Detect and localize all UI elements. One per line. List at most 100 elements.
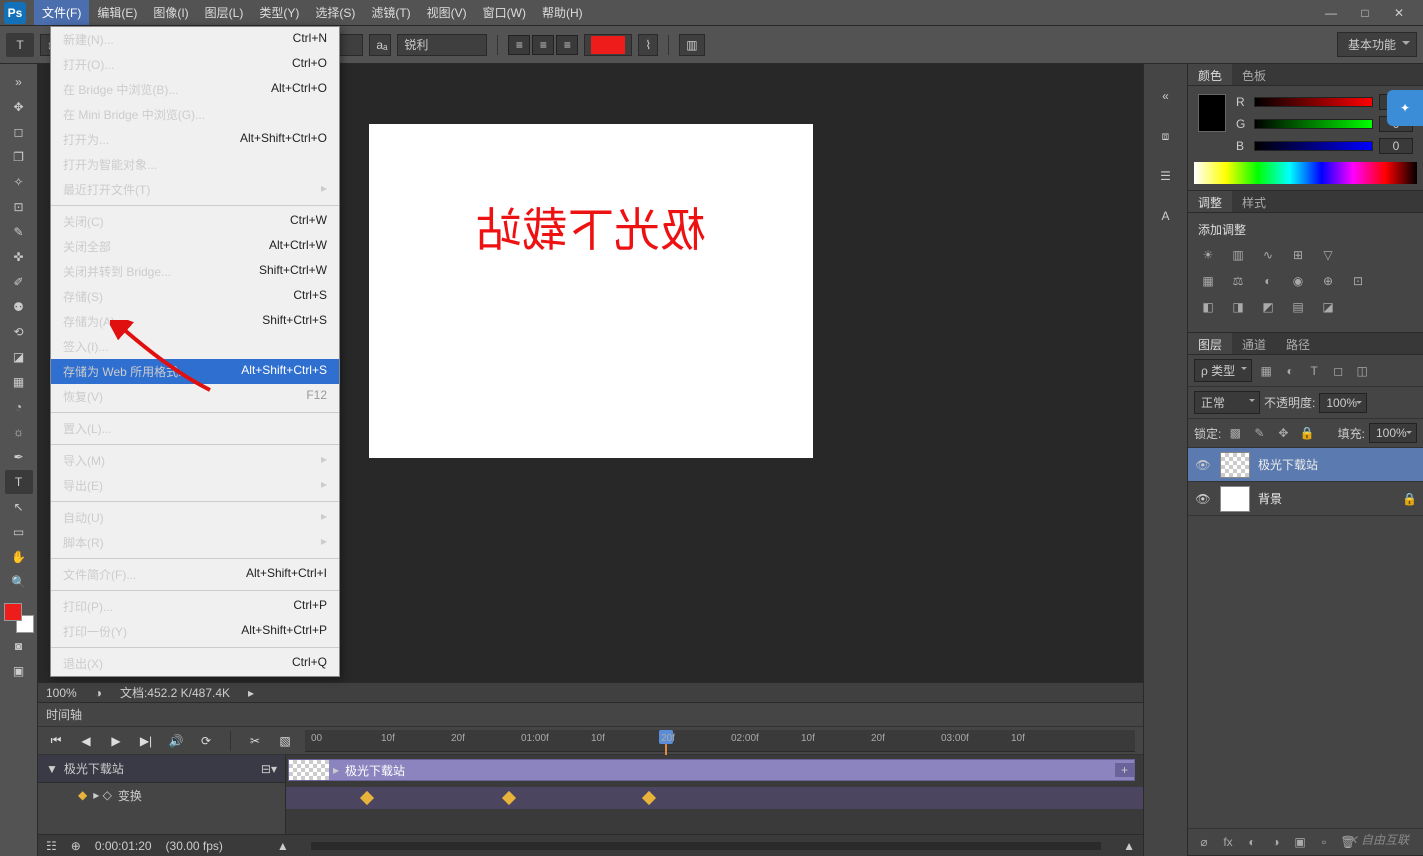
menu-item[interactable]: 导出(E)▸ (51, 473, 339, 498)
screen-mode-button[interactable]: ▣ (5, 659, 33, 683)
antialias-select[interactable]: 锐利 (397, 34, 487, 56)
zoom-tool[interactable]: 🔍 (5, 570, 33, 594)
timeline-subtrack[interactable]: ◆ ▸ ◇ 变换 (38, 783, 285, 807)
layer-row[interactable]: 👁背景🔒 (1188, 482, 1423, 516)
opacity-field[interactable]: 100% (1319, 393, 1367, 413)
text-color-swatch[interactable] (584, 34, 632, 56)
history-panel-icon[interactable]: ⧈ (1154, 124, 1178, 148)
layer-thumbnail[interactable] (1220, 452, 1250, 478)
marquee-tool[interactable]: ◻ (5, 120, 33, 144)
audio-button[interactable]: 🔊 (166, 732, 186, 750)
color-preview[interactable] (1198, 94, 1226, 132)
menu-item[interactable]: 脚本(R)▸ (51, 530, 339, 555)
eraser-tool[interactable]: ◪ (5, 345, 33, 369)
menu-item[interactable]: 存储为(A)...Shift+Ctrl+S (51, 309, 339, 334)
play-button[interactable]: ▶ (106, 732, 126, 750)
warp-text-button[interactable]: ⌇ (638, 34, 658, 56)
minimize-icon[interactable]: — (1323, 7, 1339, 19)
hand-tool[interactable]: ✋ (5, 545, 33, 569)
transition-button[interactable]: ▧ (275, 732, 295, 750)
menu-item[interactable]: 打开(O)...Ctrl+O (51, 52, 339, 77)
clone-stamp-tool[interactable]: ⚉ (5, 295, 33, 319)
b-value[interactable]: 0 (1379, 138, 1413, 154)
character-panel-button[interactable]: ▥ (679, 34, 704, 56)
tab-layers[interactable]: 图层 (1188, 333, 1232, 354)
menu-帮助[interactable]: 帮助(H) (534, 0, 591, 25)
rectangle-tool[interactable]: ▭ (5, 520, 33, 544)
type-tool[interactable]: T (5, 470, 33, 494)
lock-transparent-icon[interactable]: ▩ (1225, 424, 1245, 442)
prev-frame-button[interactable]: ◀ (76, 732, 96, 750)
posterize-icon[interactable]: ◨ (1228, 298, 1248, 316)
timeline-clip[interactable]: ▸ 极光下载站 + (288, 759, 1135, 781)
menu-滤镜[interactable]: 滤镜(T) (363, 0, 418, 25)
footer-icon[interactable]: ☷ (46, 839, 57, 853)
menu-类型[interactable]: 类型(Y) (251, 0, 307, 25)
foreground-color-icon[interactable] (4, 603, 22, 621)
menu-图层[interactable]: 图层(L) (197, 0, 252, 25)
layer-fx-icon[interactable]: fx (1218, 833, 1238, 851)
layer-name[interactable]: 极光下载站 (1258, 456, 1417, 473)
menu-编辑[interactable]: 编辑(E) (89, 0, 145, 25)
selective-color-icon[interactable]: ◪ (1318, 298, 1338, 316)
go-start-button[interactable]: ⏮ (46, 732, 66, 750)
next-frame-button[interactable]: ▶| (136, 732, 156, 750)
menu-item[interactable]: 打印(P)...Ctrl+P (51, 594, 339, 619)
bw-icon[interactable]: ◐ (1258, 272, 1278, 290)
zoom-value[interactable]: 100% (46, 686, 77, 700)
r-slider[interactable] (1254, 97, 1373, 107)
menu-item[interactable]: 存储为 Web 所用格式...Alt+Shift+Ctrl+S (51, 359, 339, 384)
invert-icon[interactable]: ◧ (1198, 298, 1218, 316)
filter-pixel-icon[interactable]: ▦ (1256, 362, 1276, 380)
tab-channels[interactable]: 通道 (1232, 333, 1276, 354)
menu-item[interactable]: 存储(S)Ctrl+S (51, 284, 339, 309)
crop-tool[interactable]: ⊡ (5, 195, 33, 219)
gradient-tool[interactable]: ▦ (5, 370, 33, 394)
channel-mixer-icon[interactable]: ⊕ (1318, 272, 1338, 290)
filter-type-icon[interactable]: T (1304, 362, 1324, 380)
tab-swatches[interactable]: 色板 (1232, 64, 1276, 85)
brush-tool[interactable]: ✐ (5, 270, 33, 294)
menu-item[interactable]: 自动(U)▸ (51, 505, 339, 530)
dodge-tool[interactable]: ☼ (5, 420, 33, 444)
vibrance-icon[interactable]: ▽ (1318, 246, 1338, 264)
menu-图像[interactable]: 图像(I) (145, 0, 196, 25)
hue-icon[interactable]: ▦ (1198, 272, 1218, 290)
lock-pixels-icon[interactable]: ✎ (1249, 424, 1269, 442)
menu-item[interactable]: 打开为...Alt+Shift+Ctrl+O (51, 127, 339, 152)
color-spectrum[interactable] (1194, 162, 1417, 184)
align-left-button[interactable]: ≡ (508, 35, 530, 55)
foreground-background-colors[interactable] (4, 603, 34, 633)
zoom-in-icon[interactable]: ▲ (1123, 839, 1135, 853)
layer-name[interactable]: 背景 (1258, 490, 1402, 507)
menu-item[interactable]: 文件简介(F)...Alt+Shift+Ctrl+I (51, 562, 339, 587)
menu-item[interactable]: 打印一份(Y)Alt+Shift+Ctrl+P (51, 619, 339, 644)
menu-item[interactable]: 打开为智能对象... (51, 152, 339, 177)
menu-item[interactable]: 关闭全部Alt+Ctrl+W (51, 234, 339, 259)
menu-item[interactable]: 导入(M)▸ (51, 448, 339, 473)
lasso-tool[interactable]: ❐ (5, 145, 33, 169)
balance-icon[interactable]: ⚖ (1228, 272, 1248, 290)
layer-mask-icon[interactable]: ◐ (1242, 833, 1262, 851)
gradient-map-icon[interactable]: ▤ (1288, 298, 1308, 316)
keyframe-row[interactable] (286, 787, 1143, 809)
type-tool-indicator[interactable]: T (6, 33, 34, 57)
visibility-icon[interactable]: 👁 (1194, 492, 1212, 506)
close-icon[interactable]: ✕ (1391, 7, 1407, 19)
timeline-ruler[interactable]: 0010f20f01:00f10f20f02:00f10f20f03:00f10… (305, 730, 1135, 752)
healing-brush-tool[interactable]: ✜ (5, 245, 33, 269)
magic-wand-tool[interactable]: ✧ (5, 170, 33, 194)
lock-all-icon[interactable]: 🔒 (1297, 424, 1317, 442)
levels-icon[interactable]: ▥ (1228, 246, 1248, 264)
aa-icon[interactable]: aₐ (369, 34, 391, 56)
menu-视图[interactable]: 视图(V) (419, 0, 475, 25)
filter-smart-icon[interactable]: ◫ (1352, 362, 1372, 380)
timeline-track-header[interactable]: ▼ 极光下载站 ⊟▾ (38, 755, 285, 783)
expand-icon[interactable]: « (1154, 84, 1178, 108)
align-right-button[interactable]: ≡ (556, 35, 578, 55)
menu-item[interactable]: 签入(I)... (51, 334, 339, 359)
lookup-icon[interactable]: ⊡ (1348, 272, 1368, 290)
align-center-button[interactable]: ≡ (532, 35, 554, 55)
brightness-icon[interactable]: ☀ (1198, 246, 1218, 264)
exposure-icon[interactable]: ⊞ (1288, 246, 1308, 264)
